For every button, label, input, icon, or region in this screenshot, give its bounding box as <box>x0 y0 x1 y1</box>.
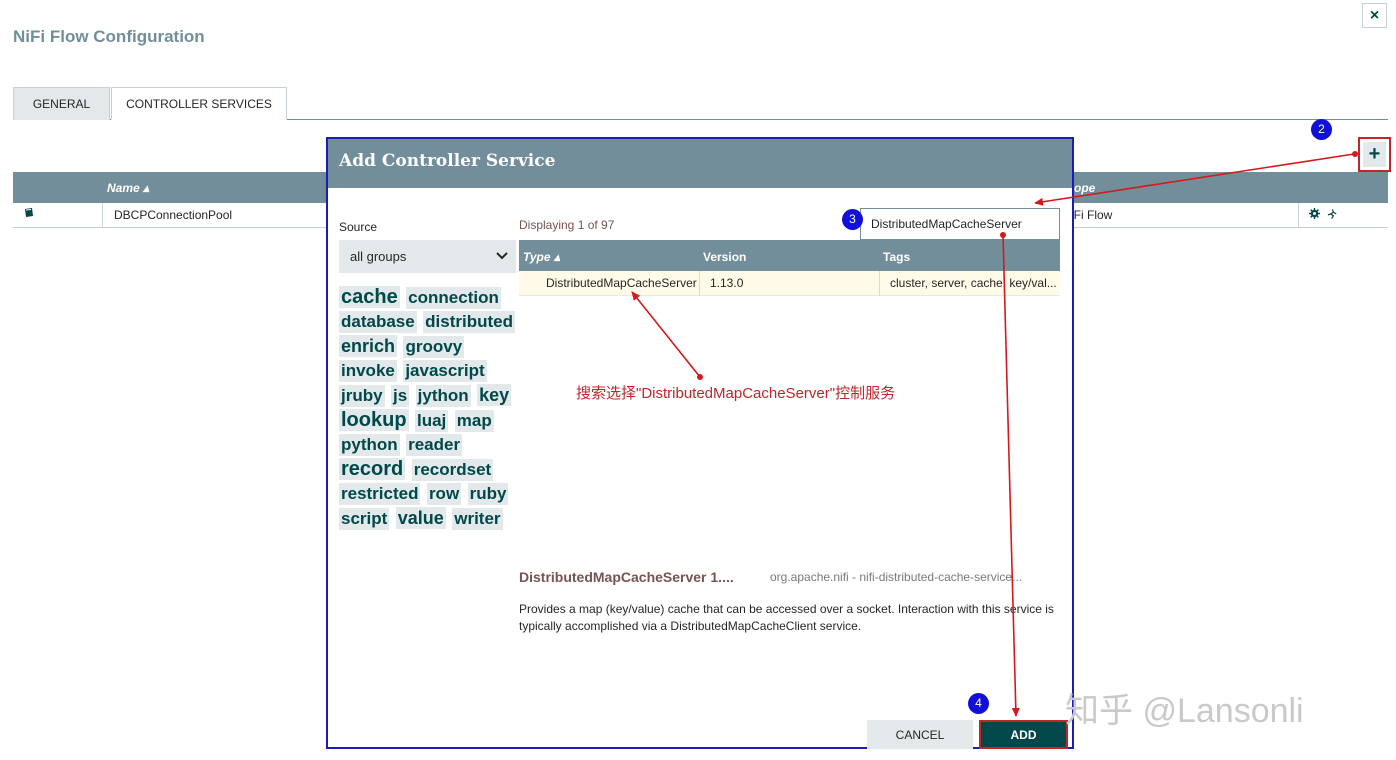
column-name-header[interactable]: Name ▴ <box>107 181 149 195</box>
tag-recordset[interactable]: recordset <box>411 459 494 481</box>
tag-js[interactable]: js <box>391 385 410 407</box>
service-name: DBCPConnectionPool <box>114 208 233 222</box>
tag-script[interactable]: script <box>339 508 390 530</box>
step-badge-4: 4 <box>968 693 989 714</box>
column-divider <box>879 271 880 296</box>
tag-python[interactable]: python <box>339 434 400 456</box>
tag-jruby[interactable]: jruby <box>339 385 385 407</box>
tag-lookup[interactable]: lookup <box>339 409 409 431</box>
tag-cache[interactable]: cache <box>339 286 400 308</box>
step-badge-2: 2 <box>1311 119 1332 140</box>
tag-database[interactable]: database <box>339 311 417 333</box>
cancel-button[interactable]: CANCEL <box>867 720 973 749</box>
column-scope-header[interactable]: ope <box>1074 181 1095 195</box>
table-row[interactable]: DistributedMapCacheServer 1.13.0 cluster… <box>519 271 1060 296</box>
column-divider <box>102 203 103 228</box>
column-type-header[interactable]: Type ▴ <box>523 250 560 264</box>
enable-icon[interactable] <box>1327 208 1338 223</box>
tag-enrich[interactable]: enrich <box>339 335 398 357</box>
type-tags: cluster, server, cache, key/val... <box>890 276 1056 290</box>
tab-general[interactable]: GENERAL <box>13 87 110 120</box>
types-table-header: Type ▴ Version Tags <box>519 240 1060 271</box>
source-label: Source <box>339 220 378 234</box>
dialog-title: Add Controller Service <box>339 151 556 171</box>
detail-title: DistributedMapCacheServer 1.... <box>519 569 734 585</box>
tag-cloud: cache connection database distributed en… <box>339 286 517 532</box>
gear-icon[interactable] <box>1309 208 1320 222</box>
tag-map[interactable]: map <box>454 410 494 432</box>
add-controller-service-dialog: Add Controller Service Source all groups… <box>326 137 1074 749</box>
type-version: 1.13.0 <box>710 276 744 290</box>
detail-bundle: org.apache.nifi - nifi-distributed-cache… <box>770 570 1023 584</box>
tag-distributed[interactable]: distributed <box>423 311 515 333</box>
book-icon <box>23 207 35 222</box>
tag-writer[interactable]: writer <box>452 508 503 530</box>
tag-javascript[interactable]: javascript <box>403 360 487 382</box>
plus-icon: + <box>1363 142 1386 167</box>
chevron-down-icon <box>496 240 508 286</box>
dialog-header: Add Controller Service <box>328 139 1072 188</box>
close-icon[interactable]: × <box>1362 3 1387 28</box>
tag-restricted[interactable]: restricted <box>339 483 421 505</box>
column-divider <box>699 271 700 296</box>
source-select[interactable]: all groups <box>339 240 516 273</box>
tag-groovy[interactable]: groovy <box>403 336 465 358</box>
tag-jython[interactable]: jython <box>415 385 471 407</box>
filter-input[interactable]: DistributedMapCacheServer <box>860 208 1060 240</box>
tab-controller-services[interactable]: CONTROLLER SERVICES <box>111 87 287 120</box>
detail-description: Provides a map (key/value) cache that ca… <box>519 602 1054 633</box>
annotation-note: 搜索选择"DistributedMapCacheServer"控制服务 <box>576 385 896 402</box>
column-version-header[interactable]: Version <box>703 250 746 264</box>
tag-connection[interactable]: connection <box>406 287 501 309</box>
service-scope: iFi Flow <box>1071 208 1113 222</box>
add-button[interactable]: ADD <box>979 720 1068 749</box>
type-name: DistributedMapCacheServer <box>546 276 697 290</box>
results-count: Displaying 1 of 97 <box>519 218 615 232</box>
source-value: all groups <box>350 249 407 264</box>
tag-luaj[interactable]: luaj <box>415 410 449 432</box>
watermark: 知乎 @Lansonli <box>1065 692 1304 730</box>
column-tags-header[interactable]: Tags <box>883 250 910 264</box>
page-title: NiFi Flow Configuration <box>13 27 205 46</box>
tag-row[interactable]: row <box>426 483 462 505</box>
tag-value[interactable]: value <box>395 507 446 529</box>
tag-ruby[interactable]: ruby <box>467 483 509 505</box>
add-controller-service-button[interactable]: + <box>1358 137 1391 172</box>
tag-reader[interactable]: reader <box>406 434 463 456</box>
column-divider <box>1298 203 1299 228</box>
tag-invoke[interactable]: invoke <box>339 360 397 382</box>
tag-record[interactable]: record <box>339 458 406 480</box>
step-badge-3: 3 <box>842 209 863 230</box>
tag-key[interactable]: key <box>477 384 512 406</box>
